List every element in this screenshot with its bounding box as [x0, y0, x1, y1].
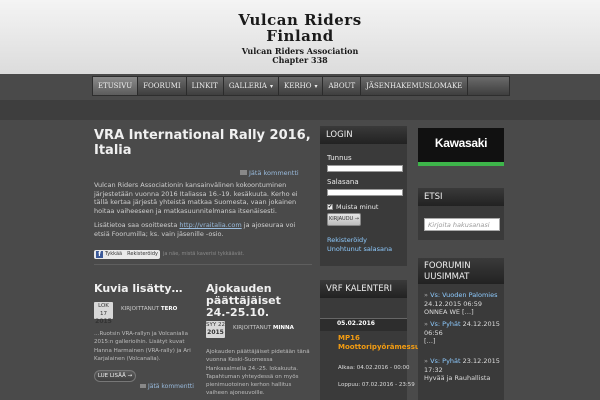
post-comments-link[interactable]: Jätä kommentti: [240, 170, 320, 177]
forum-item-3[interactable]: » Vs: Pyhät 23.12.2015 17:32 Hyvää ja Rau…: [424, 357, 504, 383]
post-title[interactable]: VRA International Rally 2016, Italia: [94, 128, 314, 158]
comment-icon: [240, 170, 247, 175]
logo-line-2: Finland: [266, 27, 334, 45]
nav-item-etusivu[interactable]: Etusivu: [93, 77, 139, 95]
nav-item-about[interactable]: About: [323, 77, 362, 95]
site-logo[interactable]: Vulcan Riders Finland Vulcan Riders Asso…: [0, 12, 600, 65]
kawasaki-banner[interactable]: Kawasaki: [418, 128, 504, 166]
remember-me[interactable]: ✔ Muista minut: [327, 203, 378, 211]
kawasaki-logo: Kawasaki: [434, 136, 488, 150]
nav-item-jasenhakemus[interactable]: Jäsenhakemuslomake: [361, 77, 469, 95]
content-top-band: [0, 100, 600, 120]
password-input[interactable]: [327, 189, 403, 196]
username-label: Tunnus: [327, 154, 352, 162]
facebook-icon: f: [96, 250, 103, 258]
post-divider: [94, 264, 312, 265]
card-title-ajokauden[interactable]: Ajokauden päättäjäiset 24.-25.10.: [206, 283, 314, 319]
forum-item-1[interactable]: » Vs: Vuoden Palomies 24.12.2015 06:59 ONN…: [424, 291, 504, 317]
forum-item-2[interactable]: » Vs: Pyhät 24.12.2015 06:56 […]: [424, 320, 504, 346]
card-comments-link[interactable]: Jätä kommentti: [140, 383, 194, 390]
chevron-down-icon: ▾: [270, 83, 274, 90]
card-date-ajokauden: SYY 22 2015: [206, 321, 225, 338]
nav-item-foorumi[interactable]: Foorumi: [138, 77, 187, 95]
card-text-kuvia: …Ruotsin VRA-rallyn ja Volcanialia 2015:…: [94, 331, 191, 362]
calendar-date: 05.02.2016: [337, 320, 375, 327]
nav-item-galleria[interactable]: Galleria ▾: [224, 77, 280, 95]
card-author-kuvia: Kirjoittanut TERO: [121, 306, 178, 312]
username-input[interactable]: [327, 165, 403, 172]
forum-widget-title: FOORUMIN UUSIMMAT: [418, 258, 504, 284]
post-paragraph-1: Vulcan Riders Associationin kansainvälin…: [94, 181, 298, 215]
register-link[interactable]: Rekisteröidy: [327, 236, 367, 244]
forgot-password-link[interactable]: Unohtunut salasana: [327, 245, 392, 253]
calendar-event-end: Loppuu: 07.02.2016 - 23:59: [338, 382, 415, 388]
comment-icon: [140, 384, 146, 388]
card-author-ajokauden: Kirjoittanut MINNA: [233, 325, 294, 331]
post-external-link[interactable]: http://vraitalia.com: [179, 221, 241, 229]
login-button[interactable]: KIRJAUDU →: [327, 213, 361, 226]
search-widget-title: ETSI: [418, 188, 504, 206]
logo-line-4: Chapter 338: [272, 55, 328, 65]
calendar-event-start: Alkaa: 04.02.2016 - 00:00: [338, 365, 410, 371]
read-more-button[interactable]: LUE LISÄÄ →: [94, 370, 136, 382]
logo-line-1: Vulcan Riders: [238, 11, 362, 29]
main-nav: Etusivu Foorumi Linkit Galleria ▾ Kerho ▾ …: [92, 76, 510, 96]
nav-item-kerho[interactable]: Kerho ▾: [279, 77, 324, 95]
search-input[interactable]: Kirjoita hakusanasi: [424, 218, 500, 231]
calendar-widget-title: VRF KALENTERI: [320, 280, 407, 298]
login-widget-title: LOGIN: [320, 126, 407, 144]
calendar-event-title[interactable]: MP16 Moottoripyörämessut: [338, 334, 423, 352]
card-date-kuvia: LOK 17 2015: [94, 302, 113, 325]
post-body: Vulcan Riders Associationin kansainvälin…: [94, 181, 312, 238]
card-title-kuvia[interactable]: Kuvia lisätty…: [94, 283, 204, 295]
remember-checkbox[interactable]: ✔: [327, 204, 333, 210]
card-text-ajokauden: Ajokauden päättäjäiset pidetään tänä vuo…: [206, 349, 310, 397]
password-label: Salasana: [327, 178, 359, 186]
post-paragraph-2: Lisätietoa saa osoitteesta http://vraita…: [94, 221, 296, 238]
chevron-down-icon: ▾: [314, 83, 318, 90]
nav-item-linkit[interactable]: Linkit: [187, 77, 224, 95]
facebook-like-button[interactable]: f Tykkää Rekisteröidy: [94, 249, 160, 259]
facebook-like-row: f Tykkää Rekisteröidy ja näe, mistä kaver…: [94, 249, 312, 259]
facebook-like-text: ja näe, mistä kaverisi tykkäävät.: [162, 251, 245, 257]
